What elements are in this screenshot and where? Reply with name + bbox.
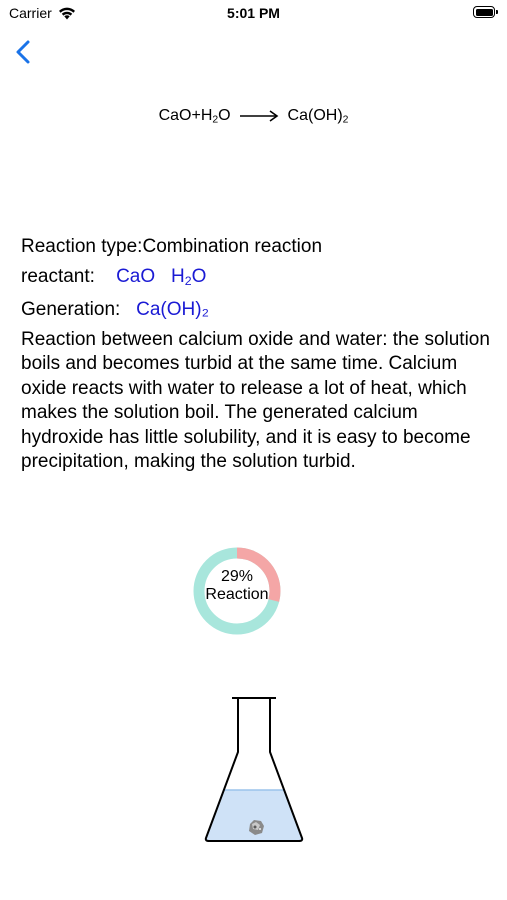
reactant-link-cao[interactable]: CaO — [116, 266, 155, 287]
equation-reactant-2-base: H — [200, 107, 213, 124]
reaction-type-value: Combination reaction — [142, 236, 323, 257]
equation-reactant-1: CaO — [158, 107, 192, 124]
reactant-h2o-base: H — [170, 265, 185, 287]
status-bar: Carrier 5:01 PM — [0, 0, 507, 28]
reaction-type-label: Reaction type: — [21, 236, 143, 257]
reaction-equation: CaO+H2O Ca(OH)2 — [0, 107, 507, 126]
back-button[interactable] — [12, 36, 42, 68]
generation-link-caoh2[interactable]: Ca(OH)₂ — [136, 299, 209, 320]
progress-percent: 29% — [220, 568, 254, 585]
equation-plus: + — [191, 107, 201, 124]
arrow-right-icon — [240, 110, 279, 122]
generation-label: Generation: — [21, 299, 121, 321]
status-time: 5:01 PM — [227, 5, 280, 21]
equation-product-sub: 2 — [342, 114, 349, 126]
reaction-info: Reaction type:Combination reaction react… — [21, 235, 491, 475]
reaction-description: Reaction between calcium oxide and water… — [21, 328, 490, 473]
chevron-left-icon — [16, 40, 30, 64]
battery-icon — [473, 6, 498, 18]
reactant-h2o-tail: O — [191, 265, 207, 287]
progress-ring-label: 29% Reaction — [192, 568, 282, 604]
equation-reactant-2-tail: O — [218, 107, 231, 124]
reactant-row: reactant: CaO H2O — [21, 265, 491, 294]
reactant-h2o-sub: 2 — [184, 273, 192, 288]
erlenmeyer-flask-icon — [200, 694, 310, 846]
reaction-detail-screen: Carrier 5:01 PM CaO+H2O Ca(OH)2 Reaction… — [0, 0, 507, 900]
generation-row: Generation: Ca(OH)₂ — [21, 298, 491, 323]
reactant-label: reactant: — [21, 265, 95, 287]
reaction-type-row: Reaction type:Combination reaction — [21, 235, 491, 260]
reaction-progress-ring: 29% Reaction — [192, 546, 282, 636]
equation-product-base: Ca(OH) — [287, 107, 343, 124]
reactant-link-h2o[interactable]: H2O — [170, 265, 207, 288]
progress-caption: Reaction — [205, 586, 269, 603]
